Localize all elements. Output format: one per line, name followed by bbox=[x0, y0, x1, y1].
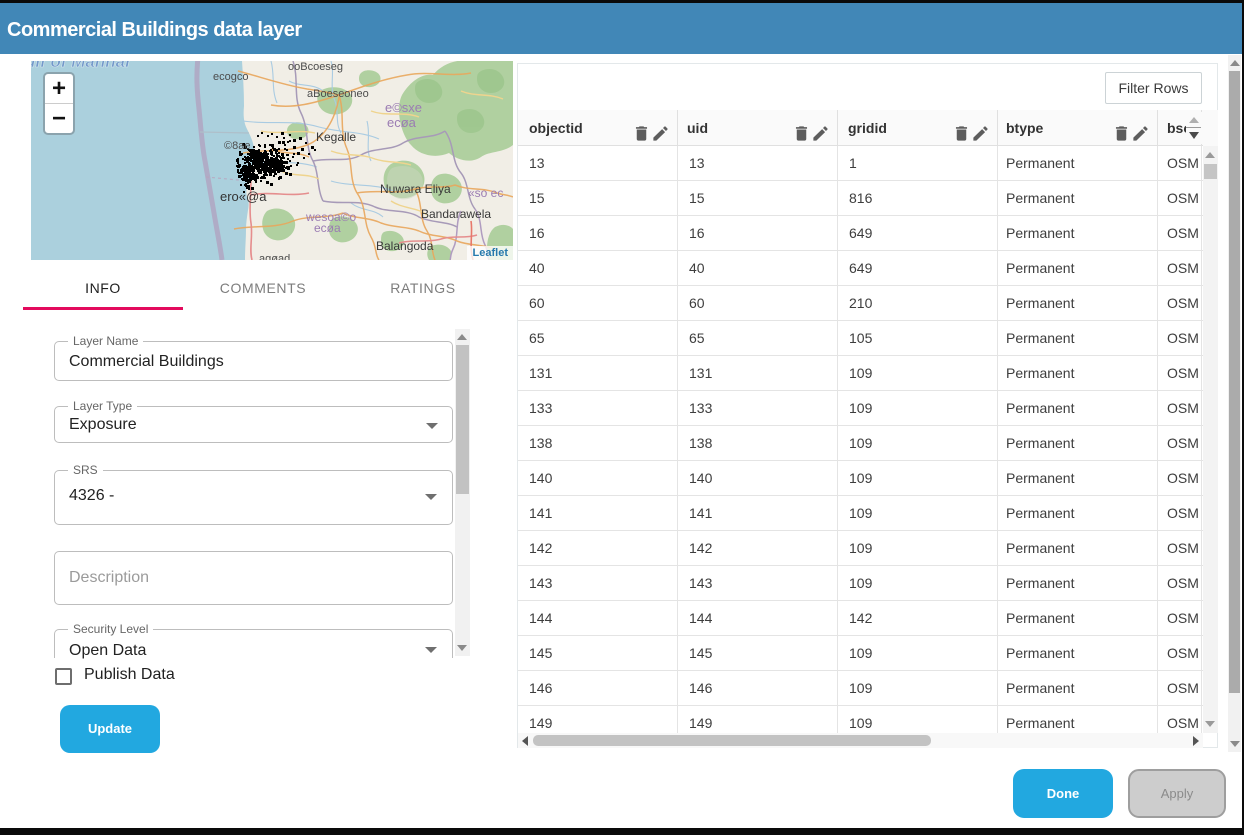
svg-text:Nuwara Eliya: Nuwara Eliya bbox=[380, 182, 451, 196]
svg-text:«so ec: «so ec bbox=[468, 186, 503, 200]
svg-text:agøad: agøad bbox=[259, 253, 290, 260]
svg-text:aBoeseoneo: aBoeseoneo bbox=[307, 88, 369, 100]
svg-text:©8ae: ©8ae bbox=[224, 140, 250, 152]
svg-text:e©sxe: e©sxe bbox=[385, 100, 422, 115]
svg-text:ulf of Mannar: ulf of Mannar bbox=[31, 61, 133, 71]
svg-text:ecogco: ecogco bbox=[213, 71, 248, 83]
svg-text:Bandarawela: Bandarawela bbox=[421, 207, 491, 221]
svg-text:ecøa: ecøa bbox=[314, 221, 341, 235]
svg-text:Balangoda: Balangoda bbox=[376, 239, 434, 253]
svg-text:Kegalle: Kegalle bbox=[316, 130, 356, 144]
svg-text:ero«@a: ero«@a bbox=[220, 189, 267, 204]
svg-text:ecøa: ecøa bbox=[387, 115, 417, 130]
svg-text:ooBcoeseg: ooBcoeseg bbox=[288, 61, 343, 73]
